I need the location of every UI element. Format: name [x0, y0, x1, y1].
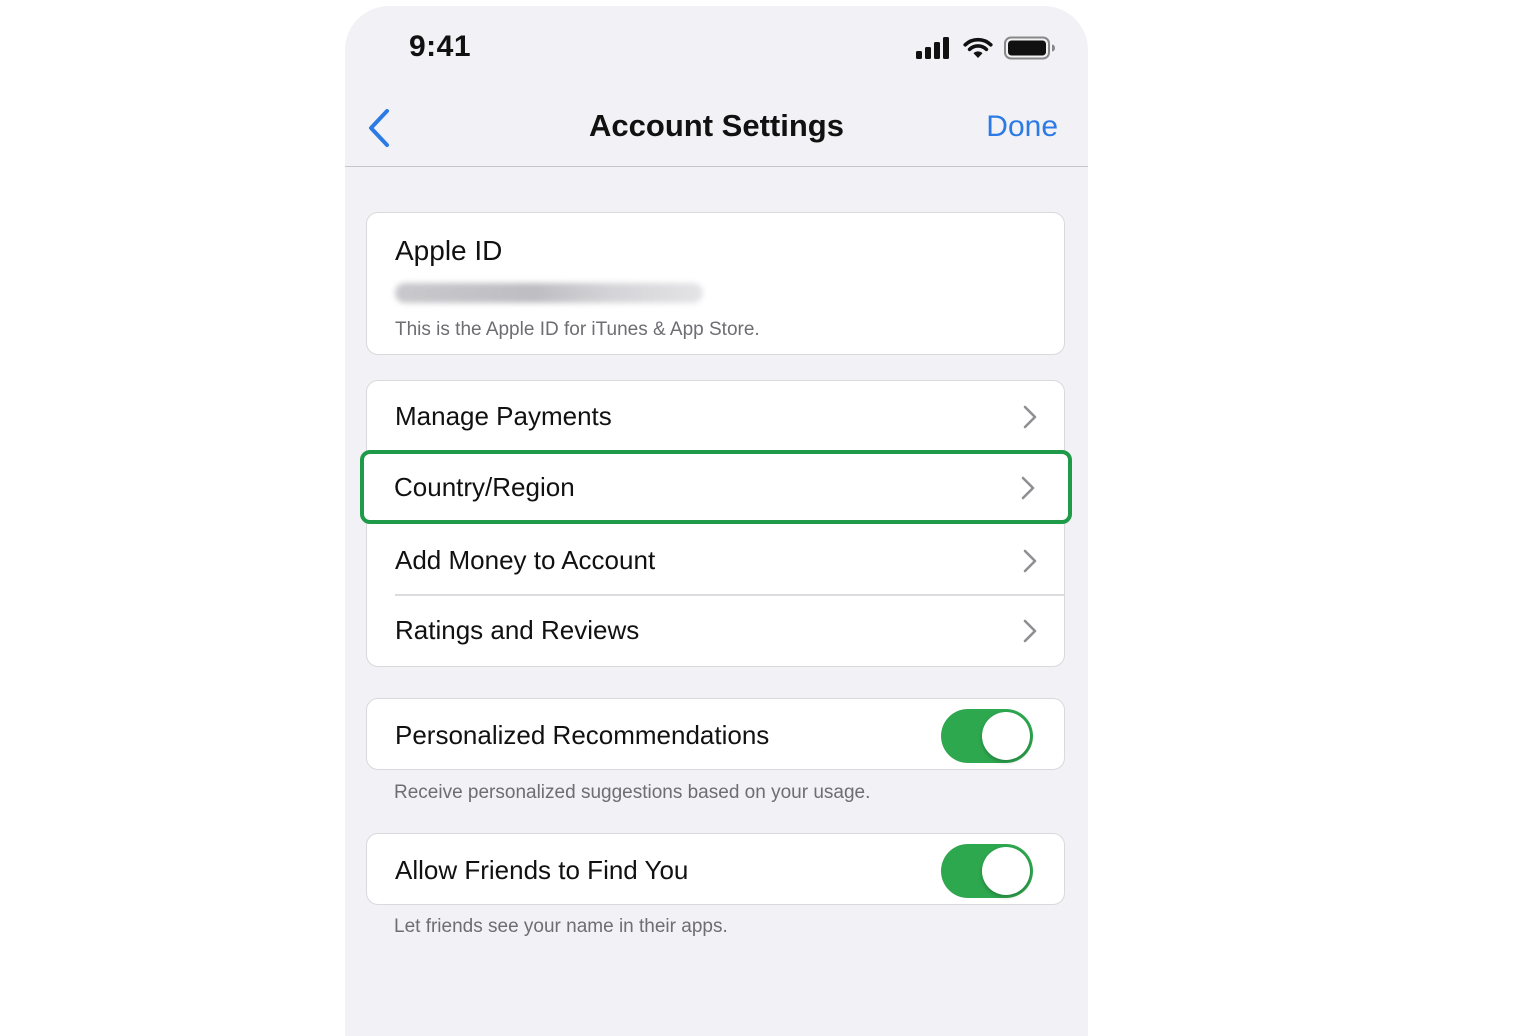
battery-icon: [1004, 36, 1055, 60]
apple-id-title: Apple ID: [395, 235, 503, 266]
status-bar: 9:41: [345, 6, 1088, 90]
chevron-right-icon: [1023, 619, 1037, 643]
menu-item-label: Ratings and Reviews: [395, 615, 640, 645]
apple-id-note: This is the Apple ID for iTunes & App St…: [395, 319, 760, 340]
toggle-knob: [982, 712, 1030, 760]
personalized-recommendations-row: Personalized Recommendations: [366, 698, 1065, 770]
phone-screen: 9:41 Account Settings Done Apple ID This…: [345, 6, 1088, 1036]
toggle-label: Allow Friends to Find You: [395, 855, 689, 885]
navigation-bar: Account Settings Done: [345, 90, 1088, 167]
wifi-icon: [963, 37, 993, 58]
chevron-right-icon: [1023, 405, 1037, 429]
menu-item-label: Country/Region: [394, 472, 575, 502]
menu-item-label: Manage Payments: [395, 401, 612, 431]
done-button[interactable]: Done: [986, 110, 1058, 144]
chevron-right-icon: [1021, 476, 1035, 500]
page-title: Account Settings: [589, 108, 844, 143]
allow-friends-row: Allow Friends to Find You: [366, 833, 1065, 905]
menu-item-ratings-reviews[interactable]: Ratings and Reviews: [367, 595, 1064, 667]
allow-friends-footnote: Let friends see your name in their apps.: [394, 916, 728, 937]
menu-item-manage-payments[interactable]: Manage Payments: [367, 381, 1064, 453]
menu-item-label: Add Money to Account: [395, 545, 656, 575]
cellular-signal-icon: [916, 37, 949, 59]
status-time: 9:41: [409, 30, 472, 63]
toggle-knob: [982, 847, 1030, 895]
back-button[interactable]: [359, 104, 399, 152]
apple-id-card[interactable]: Apple ID This is the Apple ID for iTunes…: [366, 212, 1065, 355]
personalized-recommendations-toggle[interactable]: [941, 709, 1033, 763]
allow-friends-toggle[interactable]: [941, 844, 1033, 898]
chevron-left-icon: [369, 109, 389, 147]
toggle-label: Personalized Recommendations: [395, 720, 770, 750]
status-icons: [916, 36, 1056, 60]
apple-id-email-redacted: [395, 283, 703, 303]
personalized-recommendations-footnote: Receive personalized suggestions based o…: [394, 782, 871, 803]
menu-item-add-money[interactable]: Add Money to Account: [367, 525, 1064, 597]
chevron-right-icon: [1023, 549, 1037, 573]
menu-item-country-region[interactable]: Country/Region: [360, 450, 1072, 524]
